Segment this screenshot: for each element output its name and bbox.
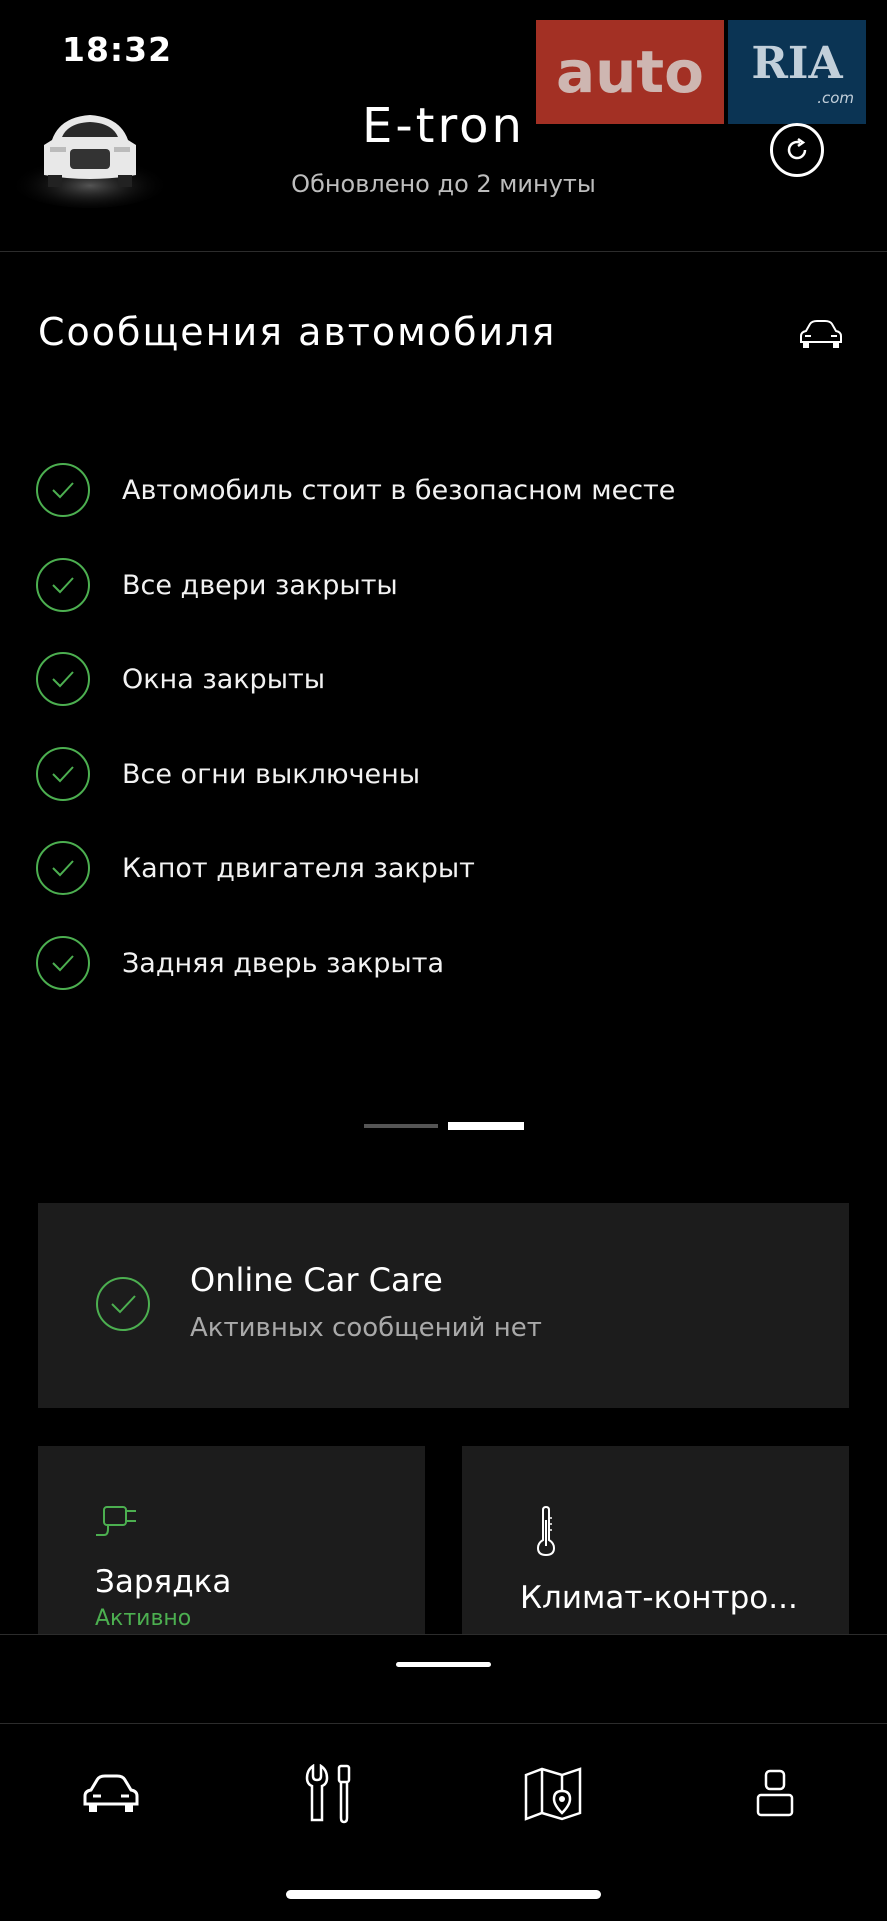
message-item: Окна закрыты <box>36 649 856 709</box>
check-icon <box>95 1276 151 1332</box>
tab-profile[interactable] <box>735 1754 815 1834</box>
care-subtitle: Активных сообщений нет <box>190 1313 542 1343</box>
watermark-right: RIA <box>751 37 843 89</box>
message-label: Все огни выключены <box>122 758 421 790</box>
tab-map[interactable] <box>513 1754 593 1834</box>
thermometer-icon <box>536 1505 556 1560</box>
message-label: Окна закрыты <box>122 663 326 695</box>
person-icon <box>756 1769 794 1817</box>
message-item: Задняя дверь закрыта <box>36 933 856 993</box>
tab-bar <box>0 1723 887 1921</box>
refresh-button[interactable] <box>770 123 824 177</box>
page-dot-active[interactable] <box>448 1122 524 1130</box>
climate-tile[interactable]: Климат-контро... <box>462 1446 849 1636</box>
refresh-icon <box>787 137 807 160</box>
watermark-left: auto <box>536 20 724 124</box>
watermark-domain: .com <box>817 88 854 107</box>
tools-icon <box>305 1764 351 1824</box>
charging-plug-icon <box>94 1501 138 1545</box>
check-icon <box>36 747 90 801</box>
map-icon <box>524 1767 582 1821</box>
car-outline-icon[interactable] <box>797 318 843 352</box>
tab-vehicle[interactable] <box>71 1754 151 1834</box>
status-time: 18:32 <box>62 30 173 69</box>
check-icon <box>36 936 90 990</box>
message-label: Все двери закрыты <box>122 569 398 601</box>
update-status: Обновлено до 2 минуты <box>291 170 596 198</box>
charging-label: Зарядка <box>95 1564 232 1600</box>
header-divider <box>0 251 887 252</box>
charging-tile[interactable]: Зарядка Активно <box>38 1446 425 1636</box>
watermark-logo: auto RIA .com <box>536 20 866 126</box>
tab-service[interactable] <box>291 1754 371 1834</box>
care-title: Online Car Care <box>190 1261 443 1299</box>
check-icon <box>36 652 90 706</box>
charging-status: Активно <box>95 1606 192 1631</box>
message-item: Капот двигателя закрыт <box>36 838 856 898</box>
message-label: Задняя дверь закрыта <box>122 947 445 979</box>
drag-handle[interactable] <box>396 1662 491 1667</box>
page-indicator[interactable] <box>364 1120 524 1132</box>
messages-title: Сообщения автомобиля <box>38 310 557 354</box>
bottom-sheet-handle-area[interactable] <box>0 1634 887 1725</box>
message-label: Автомобиль стоит в безопасном месте <box>122 474 676 506</box>
message-item: Все двери закрыты <box>36 555 856 615</box>
message-label: Капот двигателя закрыт <box>122 852 475 884</box>
home-indicator[interactable] <box>286 1890 601 1899</box>
climate-label: Климат-контро... <box>520 1580 798 1616</box>
page-dot[interactable] <box>364 1124 438 1128</box>
check-icon <box>36 558 90 612</box>
car-icon <box>83 1774 139 1812</box>
message-item: Автомобиль стоит в безопасном месте <box>36 460 856 520</box>
check-icon <box>36 841 90 895</box>
online-car-care-card[interactable]: Online Car Care Активных сообщений нет <box>38 1203 849 1408</box>
message-item: Все огни выключены <box>36 744 856 804</box>
check-icon <box>36 463 90 517</box>
